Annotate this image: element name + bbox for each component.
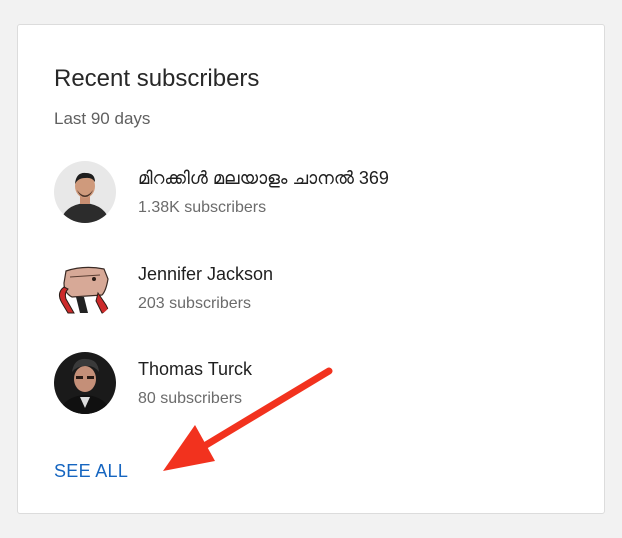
subscriber-name[interactable]: Jennifer Jackson <box>138 264 273 285</box>
card-title: Recent subscribers <box>54 65 260 92</box>
subscriber-row[interactable]: മിറക്കിൾ മലയാളം ചാനൽ 369 1.38K subscribe… <box>54 161 534 223</box>
see-all-link[interactable]: SEE ALL <box>54 461 128 482</box>
subscriber-row[interactable]: Jennifer Jackson 203 subscribers <box>54 257 534 319</box>
card-subtitle: Last 90 days <box>54 109 151 128</box>
avatar[interactable] <box>54 352 116 414</box>
subscriber-row[interactable]: Thomas Turck 80 subscribers <box>54 352 534 414</box>
subscriber-name[interactable]: Thomas Turck <box>138 359 252 380</box>
recent-subscribers-card: Recent subscribers Last 90 days മിറക്കിൾ… <box>17 24 605 514</box>
avatar[interactable] <box>54 161 116 223</box>
subscriber-count: 203 subscribers <box>138 295 251 312</box>
avatar[interactable] <box>54 257 116 319</box>
subscriber-count: 80 subscribers <box>138 390 243 407</box>
subscriber-count: 1.38K subscribers <box>138 199 267 216</box>
subscriber-name[interactable]: മിറക്കിൾ മലയാളം ചാനൽ 369 <box>138 168 389 189</box>
